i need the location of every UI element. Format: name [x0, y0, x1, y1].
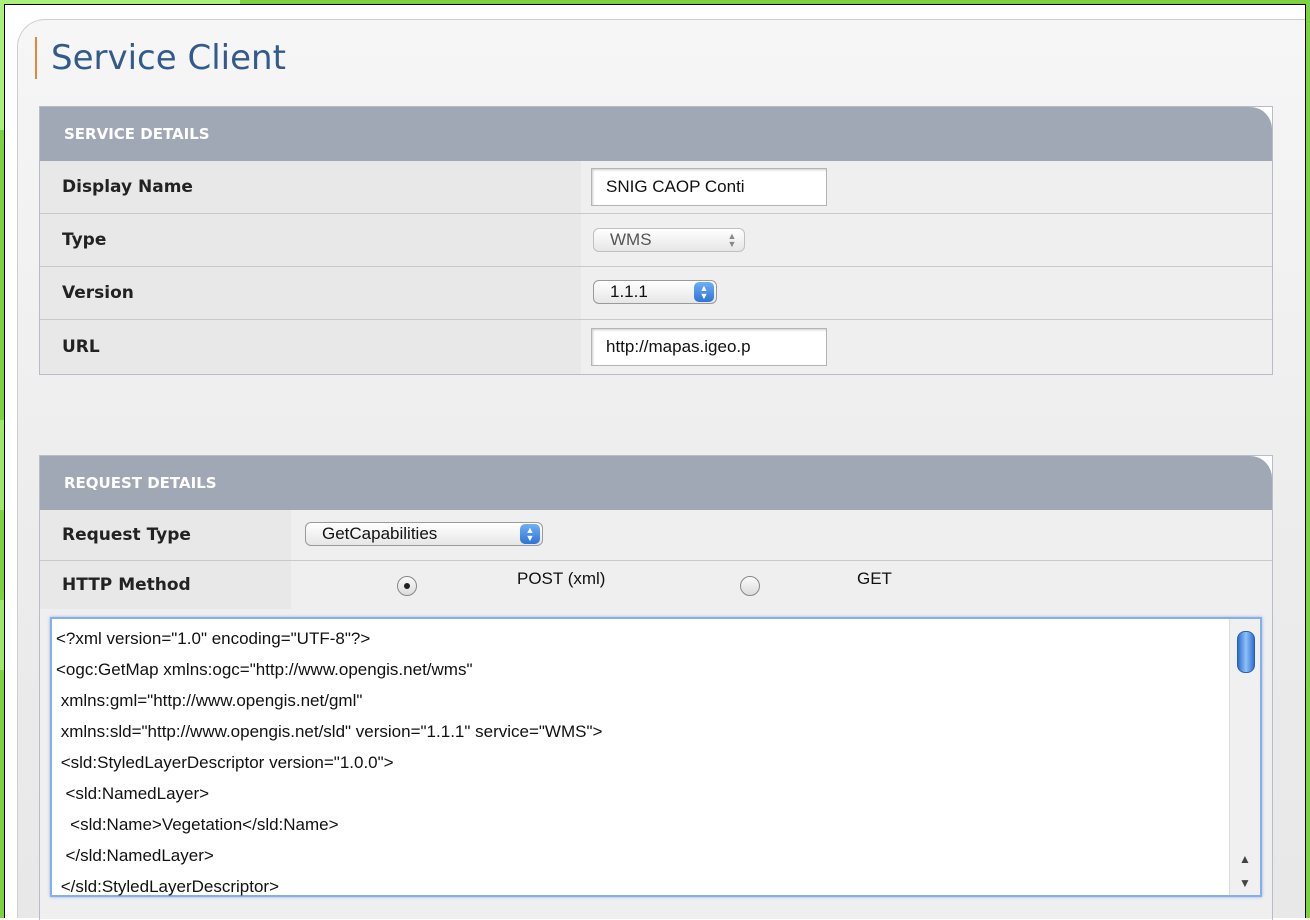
section-header: SERVICE DETAILS	[40, 107, 1272, 161]
request-type-row: Request Type GetCapabilities ▲ ▼	[40, 510, 1272, 561]
display-name-input[interactable]: SNIG CAOP Conti	[591, 168, 827, 206]
select-arrows-icon: ▲ ▼	[520, 524, 540, 544]
display-name-label: Display Name	[40, 161, 603, 213]
scroll-up-icon[interactable]: ▲	[1230, 847, 1260, 871]
request-details-section: REQUEST DETAILS Request Type GetCapabili…	[39, 455, 1273, 920]
url-cell: http://mapas.igeo.p	[581, 320, 1272, 374]
xml-line: <sld:StyledLayerDescriptor version="1.0.…	[56, 753, 394, 772]
display-name-row: Display Name SNIG CAOP Conti	[40, 161, 1272, 214]
request-type-cell: GetCapabilities ▲ ▼	[291, 510, 1272, 560]
version-row: Version 1.1.1 ▲ ▼	[40, 267, 1272, 320]
xml-line: <sld:Name>Vegetation</sld:Name>	[56, 815, 339, 834]
request-type-select-value: GetCapabilities	[322, 524, 438, 543]
request-type-select[interactable]: GetCapabilities ▲ ▼	[305, 522, 543, 546]
post-radio[interactable]	[397, 576, 417, 596]
type-label: Type	[40, 214, 603, 266]
url-row: URL http://mapas.igeo.p	[40, 320, 1272, 374]
xml-line: <ogc:GetMap xmlns:ogc="http://www.opengi…	[56, 660, 473, 679]
xml-body-row: <?xml version="1.0" encoding="UTF-8"?> <o…	[40, 609, 1272, 919]
type-cell: WMS ▲ ▼	[581, 214, 1272, 266]
xml-line: xmlns:gml="http://www.opengis.net/gml"	[56, 691, 363, 710]
window-frame: Service Client SERVICE DETAILS Display N…	[4, 4, 1306, 920]
get-radio-label[interactable]: GET	[857, 569, 892, 589]
version-label: Version	[40, 267, 603, 319]
xml-line: <sld:NamedLayer>	[56, 784, 210, 803]
service-details-section: SERVICE DETAILS Display Name SNIG CAOP C…	[39, 106, 1273, 375]
post-radio-label[interactable]: POST (xml)	[517, 569, 605, 589]
xml-lines: <?xml version="1.0" encoding="UTF-8"?> <o…	[56, 625, 1220, 904]
xml-line: </sld:NamedLayer>	[56, 846, 214, 865]
type-select-value: WMS	[610, 230, 652, 249]
section-header: REQUEST DETAILS	[40, 456, 1272, 510]
select-arrows-icon: ▲ ▼	[694, 282, 714, 302]
select-arrows-icon: ▲ ▼	[727, 231, 737, 249]
page-title: Service Client	[35, 37, 286, 79]
xml-line: xmlns:sld="http://www.opengis.net/sld" v…	[56, 722, 603, 741]
version-select[interactable]: 1.1.1 ▲ ▼	[593, 280, 717, 304]
scroll-down-icon[interactable]: ▼	[1230, 871, 1260, 895]
scrollbar-thumb[interactable]	[1237, 631, 1255, 673]
xml-line: <?xml version="1.0" encoding="UTF-8"?>	[56, 629, 371, 648]
http-method-cell: POST (xml) GET	[291, 561, 1272, 609]
display-name-cell: SNIG CAOP Conti	[581, 161, 1272, 213]
version-cell: 1.1.1 ▲ ▼	[581, 267, 1272, 319]
xml-line: </sld:StyledLayerDescriptor>	[56, 877, 279, 896]
url-input[interactable]: http://mapas.igeo.p	[591, 328, 827, 366]
http-method-label: HTTP Method	[40, 561, 313, 609]
request-type-label: Request Type	[40, 510, 313, 560]
type-row: Type WMS ▲ ▼	[40, 214, 1272, 267]
xml-scrollbar[interactable]: ▲ ▼	[1229, 619, 1260, 895]
get-radio[interactable]	[740, 576, 760, 596]
http-method-row: HTTP Method POST (xml) GET	[40, 561, 1272, 609]
type-select[interactable]: WMS ▲ ▼	[593, 228, 745, 252]
xml-request-textarea[interactable]: <?xml version="1.0" encoding="UTF-8"?> <o…	[50, 617, 1262, 897]
url-label: URL	[40, 320, 603, 374]
version-select-value: 1.1.1	[610, 282, 648, 301]
